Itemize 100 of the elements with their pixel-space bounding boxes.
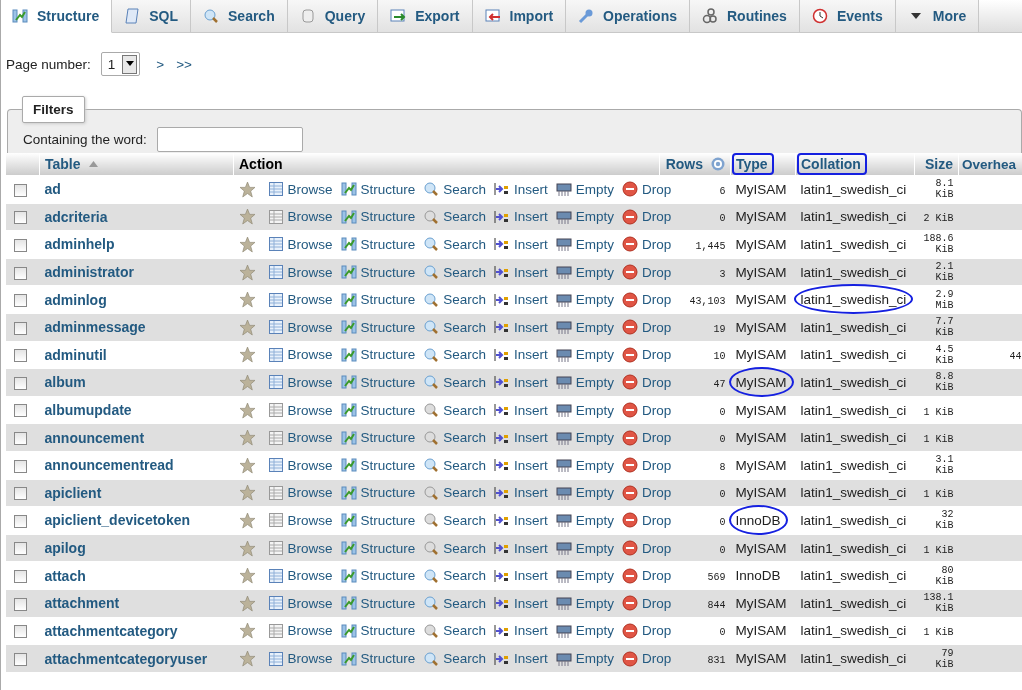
star-icon[interactable] — [238, 594, 256, 612]
empty-link[interactable]: Empty — [555, 181, 615, 198]
tab[interactable]: More — [895, 0, 980, 32]
insert-link[interactable]: Insert — [494, 236, 548, 253]
empty-link[interactable]: Empty — [555, 567, 615, 584]
column-header[interactable]: Overhea — [958, 153, 1022, 176]
row-checkbox[interactable] — [14, 432, 27, 446]
structure-link[interactable]: Structure — [340, 484, 416, 501]
star-icon[interactable] — [238, 650, 256, 668]
drop-link[interactable]: Drop — [622, 457, 672, 474]
tab[interactable]: Search — [191, 0, 288, 32]
drop-link[interactable]: Drop — [622, 402, 672, 419]
table-name-link[interactable]: apiclient — [44, 484, 102, 501]
tab[interactable]: Structure — [1, 0, 113, 33]
insert-link[interactable]: Insert — [494, 346, 548, 363]
star-icon[interactable] — [238, 567, 256, 585]
star-icon[interactable] — [238, 208, 256, 226]
drop-link[interactable]: Drop — [622, 291, 672, 308]
empty-link[interactable]: Empty — [555, 208, 615, 225]
search-link[interactable]: Search — [423, 540, 487, 556]
empty-link[interactable]: Empty — [555, 512, 615, 529]
browse-link[interactable]: Browse — [267, 512, 333, 529]
star-icon[interactable] — [238, 539, 256, 557]
table-name-link[interactable]: albumupdate — [44, 402, 132, 419]
structure-link[interactable]: Structure — [340, 429, 416, 446]
search-link[interactable]: Search — [423, 429, 487, 446]
row-checkbox[interactable] — [14, 266, 27, 280]
row-checkbox[interactable] — [14, 183, 27, 197]
browse-link[interactable]: Browse — [267, 402, 333, 419]
insert-link[interactable]: Insert — [494, 512, 548, 529]
structure-link[interactable]: Structure — [340, 291, 416, 308]
structure-link[interactable]: Structure — [340, 650, 416, 667]
structure-link[interactable]: Structure — [340, 374, 416, 391]
row-checkbox[interactable] — [14, 349, 27, 363]
structure-link[interactable]: Structure — [340, 457, 416, 474]
structure-link[interactable]: Structure — [340, 567, 416, 584]
browse-link[interactable]: Browse — [267, 429, 333, 446]
row-checkbox[interactable] — [14, 514, 27, 528]
insert-link[interactable]: Insert — [494, 567, 548, 584]
search-link[interactable]: Search — [423, 402, 487, 419]
insert-link[interactable]: Insert — [494, 374, 548, 391]
drop-link[interactable]: Drop — [622, 567, 672, 584]
star-icon[interactable] — [238, 401, 256, 419]
drop-link[interactable]: Drop — [622, 650, 672, 667]
browse-link[interactable]: Browse — [267, 650, 333, 667]
insert-link[interactable]: Insert — [494, 291, 548, 308]
insert-link[interactable]: Insert — [494, 484, 548, 501]
structure-link[interactable]: Structure — [340, 512, 416, 529]
structure-link[interactable]: Structure — [340, 208, 416, 225]
table-name-link[interactable]: album — [44, 374, 86, 391]
table-name-link[interactable]: adcriteria — [44, 208, 108, 225]
insert-link[interactable]: Insert — [494, 622, 548, 639]
row-checkbox[interactable] — [14, 238, 27, 252]
drop-link[interactable]: Drop — [622, 319, 672, 336]
drop-link[interactable]: Drop — [622, 346, 672, 363]
row-checkbox[interactable] — [14, 459, 27, 473]
search-link[interactable]: Search — [423, 484, 487, 501]
empty-link[interactable]: Empty — [555, 402, 615, 419]
table-name-link[interactable]: attachmentcategory — [44, 622, 178, 639]
empty-link[interactable]: Empty — [555, 457, 615, 474]
insert-link[interactable]: Insert — [494, 457, 548, 474]
search-link[interactable]: Search — [423, 650, 487, 667]
browse-link[interactable]: Browse — [267, 208, 333, 225]
browse-link[interactable]: Browse — [267, 264, 333, 281]
filter-input[interactable] — [156, 127, 303, 152]
browse-link[interactable]: Browse — [267, 236, 333, 253]
empty-link[interactable]: Empty — [555, 429, 615, 446]
search-link[interactable]: Search — [423, 346, 487, 363]
column-header[interactable]: Rows — [659, 153, 731, 176]
empty-link[interactable]: Empty — [555, 650, 615, 667]
table-name-link[interactable]: attach — [44, 567, 86, 584]
empty-link[interactable]: Empty — [555, 264, 615, 281]
star-icon[interactable] — [238, 484, 256, 502]
row-checkbox[interactable] — [14, 653, 27, 667]
star-icon[interactable] — [238, 291, 256, 309]
browse-link[interactable]: Browse — [267, 540, 333, 556]
row-checkbox[interactable] — [14, 404, 27, 418]
row-checkbox[interactable] — [14, 487, 27, 501]
row-checkbox[interactable] — [14, 597, 27, 611]
empty-link[interactable]: Empty — [555, 319, 615, 336]
column-header[interactable]: Size — [914, 153, 959, 176]
insert-link[interactable]: Insert — [494, 595, 548, 612]
last-page-link[interactable]: >> — [176, 56, 192, 72]
table-name-link[interactable]: adminlog — [44, 291, 107, 308]
insert-link[interactable]: Insert — [494, 319, 548, 336]
star-icon[interactable] — [238, 456, 256, 474]
structure-link[interactable]: Structure — [340, 402, 416, 419]
drop-link[interactable]: Drop — [622, 264, 672, 281]
search-link[interactable]: Search — [423, 319, 487, 336]
browse-link[interactable]: Browse — [267, 622, 333, 639]
column-header[interactable]: Type — [730, 153, 796, 176]
tab[interactable]: Export — [378, 0, 473, 32]
structure-link[interactable]: Structure — [340, 622, 416, 639]
column-header[interactable]: Action — [233, 153, 660, 176]
row-checkbox[interactable] — [14, 542, 27, 556]
row-checkbox[interactable] — [14, 321, 27, 335]
browse-link[interactable]: Browse — [267, 595, 333, 612]
star-icon[interactable] — [238, 180, 256, 198]
browse-link[interactable]: Browse — [267, 181, 333, 198]
insert-link[interactable]: Insert — [494, 402, 548, 419]
